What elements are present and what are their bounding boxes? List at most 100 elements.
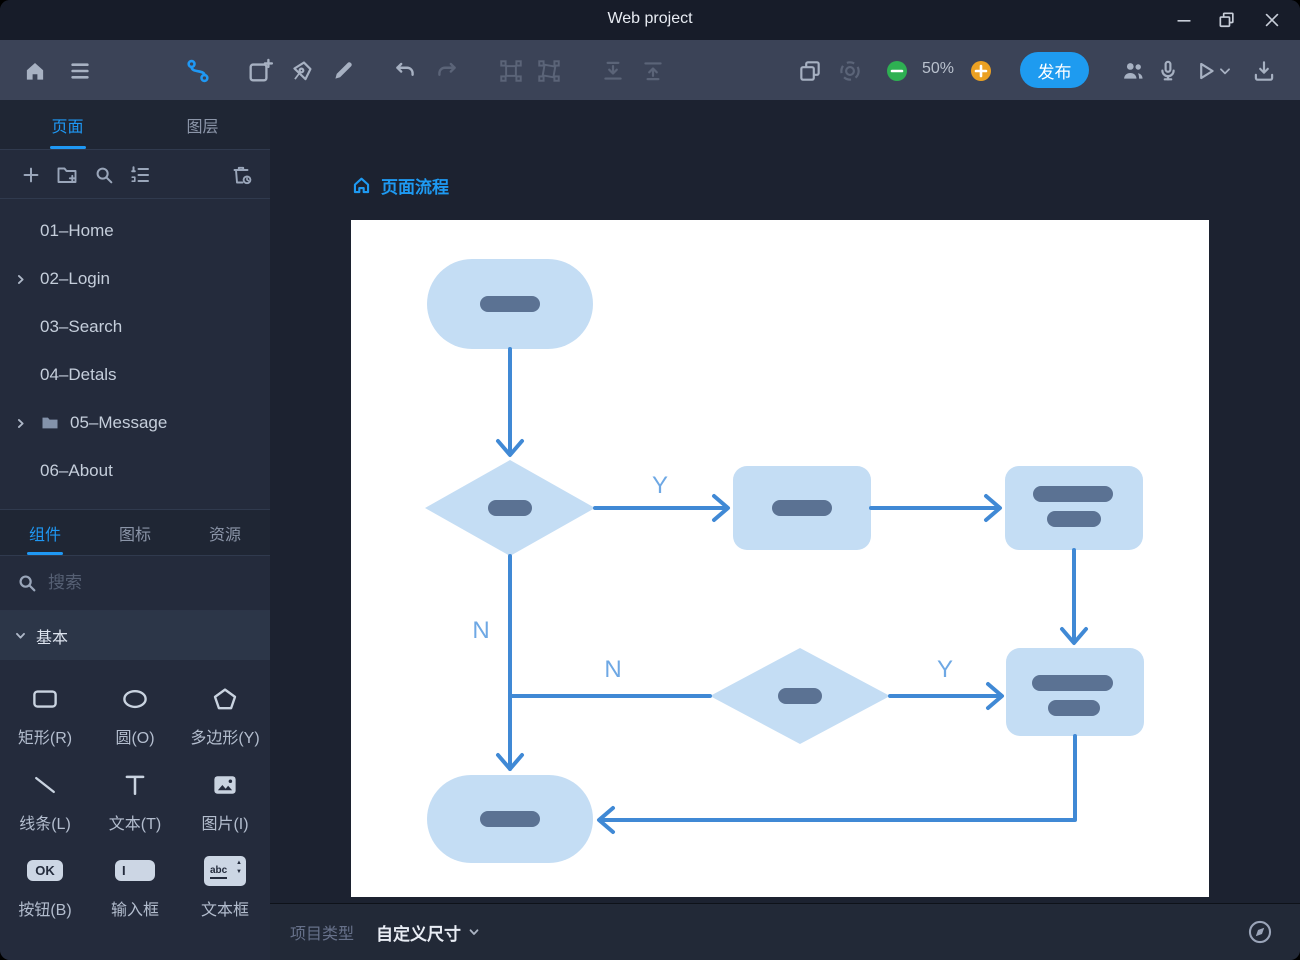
canvas-size-value: 自定义尺寸 xyxy=(376,920,461,945)
component-circle[interactable]: 圆(O) xyxy=(90,672,180,758)
flow-process-node-2[interactable] xyxy=(1005,466,1143,550)
send-to-top-button[interactable] xyxy=(639,57,667,85)
tab-icons[interactable]: 图标 xyxy=(90,510,180,555)
zoom-in-button[interactable] xyxy=(967,57,995,85)
search-input[interactable] xyxy=(46,572,226,594)
focus-target-icon xyxy=(837,58,863,84)
close-button[interactable] xyxy=(1258,8,1286,32)
component-rectangle[interactable]: 矩形(R) xyxy=(0,672,90,758)
redo-button[interactable] xyxy=(433,57,461,85)
component-button[interactable]: OK 按钮(B) xyxy=(0,844,90,930)
trash-restore-button[interactable] xyxy=(229,162,255,188)
chevron-right-icon[interactable] xyxy=(14,273,27,286)
send-top-icon xyxy=(640,58,666,84)
screens-button[interactable] xyxy=(796,57,824,85)
trash-restore-icon xyxy=(230,163,254,187)
sort-pages-button[interactable] xyxy=(127,162,153,188)
chevron-down-icon xyxy=(468,926,480,938)
search-icon xyxy=(93,164,115,186)
preview-play-button[interactable] xyxy=(1191,57,1219,85)
minimize-button[interactable] xyxy=(1170,8,1198,32)
preview-dropdown-button[interactable] xyxy=(1216,57,1234,85)
component-search xyxy=(0,556,270,611)
zoom-out-button[interactable] xyxy=(883,57,911,85)
tab-resources[interactable]: 资源 xyxy=(180,510,270,555)
page-item-search[interactable]: 03–Search xyxy=(0,303,270,351)
button-icon: OK xyxy=(27,855,63,887)
branch-label-n2: N xyxy=(604,656,621,683)
download-icon xyxy=(1251,58,1277,84)
branch-label-n1: N xyxy=(472,617,489,644)
placeholder-text-pill xyxy=(778,688,822,704)
page-label: 03–Search xyxy=(40,317,122,337)
focus-mode-button[interactable] xyxy=(836,57,864,85)
pen-icon xyxy=(289,58,315,84)
app-window: Web project xyxy=(0,0,1300,960)
home-icon xyxy=(351,175,372,196)
component-line[interactable]: 线条(L) xyxy=(0,758,90,844)
collaborators-button[interactable] xyxy=(1119,57,1147,85)
page-list: 01–Home 02–Login 03–Search 04–Detals xyxy=(0,199,270,495)
people-icon xyxy=(1120,58,1146,84)
restore-icon xyxy=(1217,10,1237,30)
page-label: 05–Message xyxy=(70,413,167,433)
publish-button[interactable]: 发布 xyxy=(1020,52,1089,88)
add-page-button[interactable] xyxy=(18,162,44,188)
zoom-out-icon xyxy=(885,59,909,83)
artboard[interactable]: Y N N Y xyxy=(351,220,1209,897)
navigator-button[interactable] xyxy=(1246,918,1274,946)
microphone-button[interactable] xyxy=(1154,57,1182,85)
ungroup-button[interactable] xyxy=(535,57,563,85)
undo-button[interactable] xyxy=(391,57,419,85)
chevron-right-icon[interactable] xyxy=(14,417,27,430)
restore-button[interactable] xyxy=(1213,8,1241,32)
send-to-bottom-button[interactable] xyxy=(599,57,627,85)
chevron-down-icon xyxy=(1218,64,1232,78)
page-item-detals[interactable]: 04–Detals xyxy=(0,351,270,399)
sort-list-icon xyxy=(128,163,152,187)
component-image[interactable]: 图片(I) xyxy=(180,758,270,844)
menu-button[interactable] xyxy=(66,57,94,85)
new-frame-tool[interactable] xyxy=(246,57,274,85)
component-input[interactable]: I 输入框 xyxy=(90,844,180,930)
group-button[interactable] xyxy=(497,57,525,85)
undo-icon xyxy=(392,58,418,84)
polygon-icon xyxy=(210,683,240,715)
component-textarea[interactable]: abc ▲▼ 文本框 xyxy=(180,844,270,930)
pen-tool[interactable] xyxy=(288,57,316,85)
sidebar: 页面 图层 01–Home xyxy=(0,100,270,960)
tab-components[interactable]: 组件 xyxy=(0,510,90,555)
microphone-icon xyxy=(1155,58,1181,84)
home-button[interactable] xyxy=(21,57,49,85)
search-pages-button[interactable] xyxy=(91,162,117,188)
tab-layers[interactable]: 图层 xyxy=(135,100,270,149)
page-item-message[interactable]: 05–Message xyxy=(0,399,270,447)
titlebar: Web project xyxy=(0,0,1300,40)
flow-process-node-3[interactable] xyxy=(1006,648,1144,736)
component-polygon[interactable]: 多边形(Y) xyxy=(180,672,270,758)
download-button[interactable] xyxy=(1250,57,1278,85)
placeholder-text-pill xyxy=(480,296,540,312)
page-item-login[interactable]: 02–Login xyxy=(0,255,270,303)
branch-label-y1: Y xyxy=(652,472,668,499)
textarea-icon: abc ▲▼ xyxy=(204,855,246,887)
page-label: 04–Detals xyxy=(40,365,117,385)
add-folder-button[interactable] xyxy=(54,162,80,188)
flow-connector-tool[interactable] xyxy=(184,57,212,85)
home-icon xyxy=(22,58,48,84)
folder-icon xyxy=(40,413,60,433)
placeholder-text-pill xyxy=(1047,511,1101,527)
page-item-home[interactable]: 01–Home xyxy=(0,207,270,255)
tab-pages[interactable]: 页面 xyxy=(0,100,135,149)
canvas[interactable]: 页面流程 xyxy=(270,100,1300,903)
close-icon xyxy=(1262,10,1282,30)
page-item-about[interactable]: 06–About xyxy=(0,447,270,495)
placeholder-text-pill xyxy=(772,500,832,516)
circle-icon xyxy=(120,683,150,715)
screens-icon xyxy=(797,58,823,84)
pencil-tool[interactable] xyxy=(329,57,357,85)
canvas-size-select[interactable]: 自定义尺寸 xyxy=(376,920,480,945)
flow-title[interactable]: 页面流程 xyxy=(351,173,449,198)
section-basic[interactable]: 基本 xyxy=(0,611,270,660)
component-text[interactable]: 文本(T) xyxy=(90,758,180,844)
